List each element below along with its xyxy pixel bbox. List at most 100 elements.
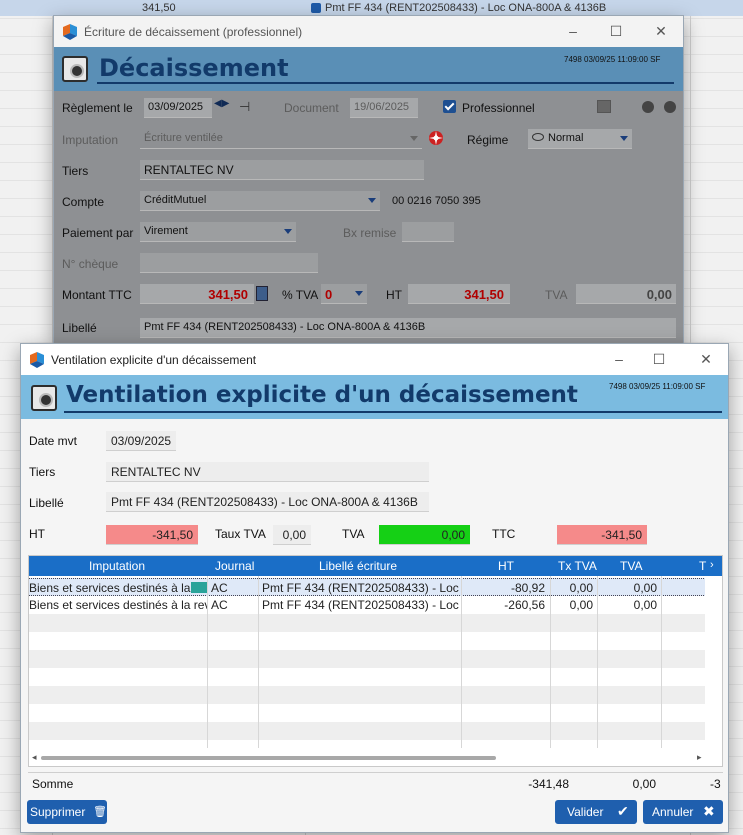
valider-button[interactable]: Valider ✔: [555, 800, 637, 824]
cell-tx-tva: 0,00: [569, 581, 593, 595]
image-icon[interactable]: [597, 100, 611, 113]
background-row-checkbox[interactable]: [311, 3, 321, 13]
date-stepper[interactable]: ◀▶: [214, 98, 234, 118]
compte-label: Compte: [62, 195, 105, 209]
date-mvt-field[interactable]: 03/09/2025: [106, 431, 176, 451]
title-bar[interactable]: Ventilation explicite d'un décaissement …: [21, 344, 728, 375]
cell-imputation: Biens et services destinés à la revente: [29, 581, 191, 595]
valider-label: Valider: [567, 805, 604, 819]
somme-label: Somme: [32, 777, 74, 791]
column-header-imputation[interactable]: Imputation: [89, 559, 145, 573]
cheque-label: N° chèque: [62, 257, 119, 271]
chevron-down-icon: [410, 136, 418, 141]
table-row[interactable]: [29, 686, 706, 704]
calculator-icon[interactable]: [256, 286, 268, 301]
bx-remise-label: Bx remise: [343, 226, 397, 240]
paiement-select[interactable]: Virement: [140, 222, 296, 242]
column-divider: [661, 576, 662, 748]
ht-field[interactable]: -341,50: [106, 525, 198, 545]
annuler-button[interactable]: Annuler ✖: [643, 800, 723, 824]
fan-icon[interactable]: [428, 130, 444, 146]
table-row[interactable]: [29, 704, 706, 722]
column-header-journal[interactable]: Journal: [215, 559, 254, 573]
column-header-tx-tva[interactable]: Tx TVA: [558, 559, 597, 573]
trash-icon: 🗑: [93, 806, 107, 818]
vertical-scrollbar[interactable]: [705, 576, 722, 766]
table-row[interactable]: Biens et services destinés à la revente …: [29, 596, 706, 614]
montant-field[interactable]: 341,50: [140, 284, 254, 304]
tiers-field[interactable]: RENTALTEC NV: [106, 462, 429, 482]
background-row-amount: 341,50: [142, 2, 176, 14]
supprimer-button[interactable]: Supprimer 🗑: [27, 800, 107, 824]
cell-libelle: Pmt FF 434 (RENT202508433) - Loc ONA-800…: [262, 598, 459, 612]
imputation-select[interactable]: Écriture ventilée: [140, 129, 422, 149]
tva-field[interactable]: 0,00: [576, 284, 676, 304]
ht-label: HT: [386, 288, 402, 302]
libelle-label: Libellé: [62, 321, 97, 335]
table-row[interactable]: [29, 632, 706, 650]
compte-number: 00 0216 7050 395: [392, 195, 481, 207]
regime-select[interactable]: Normal: [528, 129, 632, 149]
close-button[interactable]: ✕: [651, 22, 671, 40]
taux-tva-field[interactable]: 0,00: [273, 525, 311, 545]
document-date-field[interactable]: 19/06/2025: [350, 98, 418, 118]
table-row[interactable]: [29, 668, 706, 686]
reglement-label: Règlement le: [62, 101, 133, 115]
pct-tva-select[interactable]: 0: [321, 284, 367, 304]
horizontal-scrollbar[interactable]: ◂ ▸: [29, 752, 709, 764]
app-logo-icon: [30, 352, 44, 368]
professionnel-checkbox[interactable]: [443, 100, 456, 113]
table-row[interactable]: [29, 722, 706, 740]
maximize-button[interactable]: ☐: [606, 22, 626, 40]
close-icon: ✖: [703, 803, 715, 819]
column-header-ht[interactable]: HT: [498, 559, 514, 573]
status-dot-icon[interactable]: [664, 101, 676, 113]
date-mvt-label: Date mvt: [29, 434, 78, 448]
status-dot-icon[interactable]: [642, 101, 654, 113]
decaissement-window: Écriture de décaissement (professionnel)…: [53, 15, 684, 345]
table-row[interactable]: Biens et services destinés à la revente …: [29, 578, 706, 596]
scrollbar-thumb[interactable]: [41, 756, 496, 760]
bx-remise-field[interactable]: [402, 222, 454, 242]
chevron-right-icon[interactable]: ›: [710, 559, 714, 571]
table-header: Imputation Journal Libellé écriture HT T…: [29, 556, 722, 576]
maximize-button[interactable]: ☐: [649, 350, 669, 368]
minimize-button[interactable]: –: [609, 350, 629, 368]
background-selected-row[interactable]: 341,50 Pmt FF 434 (RENT202508433) - Loc …: [0, 0, 743, 16]
ventilation-table[interactable]: Imputation Journal Libellé écriture HT T…: [28, 555, 723, 767]
table-row[interactable]: [29, 614, 706, 632]
scroll-left-icon[interactable]: ◂: [32, 752, 37, 763]
column-header-tva[interactable]: TVA: [620, 559, 642, 573]
page-title: Ventilation explicite d'un décaissement: [66, 382, 578, 408]
table-row[interactable]: [29, 650, 706, 668]
paiement-label: Paiement par: [62, 226, 134, 240]
libelle-field[interactable]: Pmt FF 434 (RENT202508433) - Loc ONA-800…: [106, 492, 429, 512]
page-title: Décaissement: [99, 54, 289, 82]
regime-value: Normal: [548, 132, 584, 144]
tva-field[interactable]: 0,00: [379, 525, 470, 545]
safe-icon: [31, 385, 57, 411]
chevron-down-icon: [620, 136, 628, 141]
column-header-libelle[interactable]: Libellé écriture: [319, 559, 397, 573]
column-header-t[interactable]: T: [699, 559, 706, 573]
regime-label: Régime: [467, 133, 509, 147]
close-button[interactable]: ✕: [696, 350, 716, 368]
ht-field[interactable]: 341,50: [408, 284, 510, 304]
minimize-button[interactable]: –: [563, 22, 583, 40]
dropdown-icon[interactable]: [191, 582, 207, 593]
tva-label: TVA: [342, 527, 365, 541]
scroll-right-icon[interactable]: ▸: [697, 752, 702, 763]
window-title: Ventilation explicite d'un décaissement: [51, 353, 257, 367]
cheque-field[interactable]: [140, 253, 318, 273]
title-bar[interactable]: Écriture de décaissement (professionnel)…: [54, 16, 683, 47]
paiement-value: Virement: [144, 225, 188, 237]
compte-select[interactable]: CréditMutuel: [140, 191, 380, 211]
pin-icon[interactable]: ⊣: [239, 99, 250, 115]
libelle-field[interactable]: Pmt FF 434 (RENT202508433) - Loc ONA-800…: [140, 318, 676, 338]
chevron-down-icon: [368, 198, 376, 203]
header-banner: Ventilation explicite d'un décaissement …: [21, 375, 728, 419]
ttc-field[interactable]: -341,50: [557, 525, 647, 545]
window-title: Écriture de décaissement (professionnel): [84, 25, 303, 39]
tiers-field[interactable]: RENTALTEC NV: [140, 160, 424, 180]
reglement-date-field[interactable]: 03/09/2025: [144, 98, 212, 118]
